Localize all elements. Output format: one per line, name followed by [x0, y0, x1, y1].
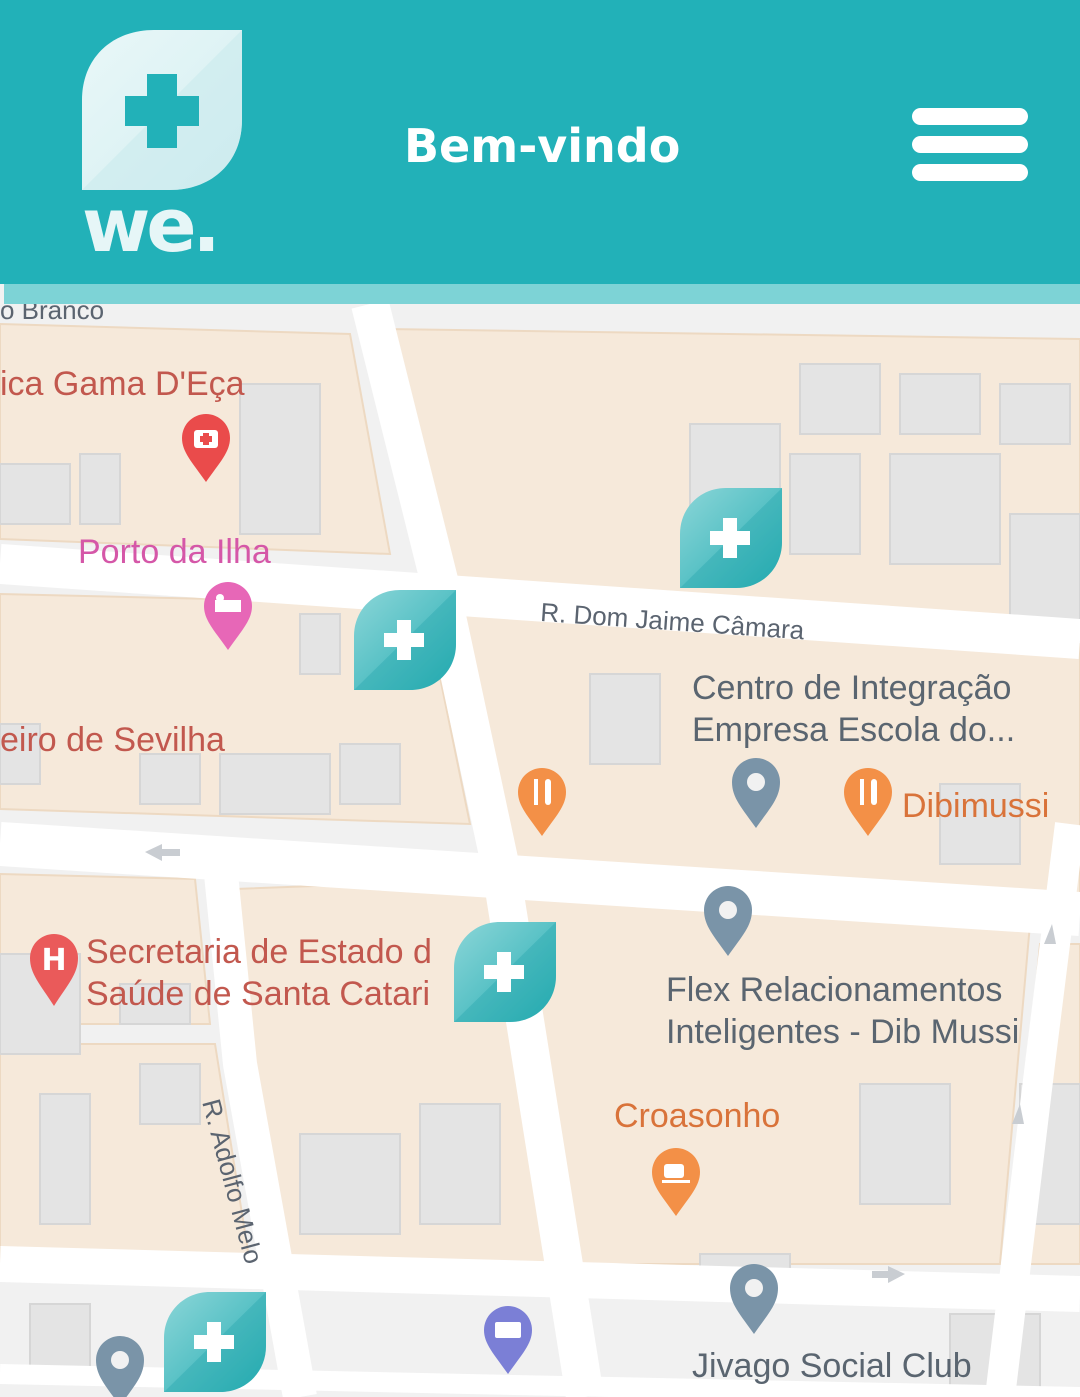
place-label: eiro de Sevilha: [0, 721, 225, 759]
place-label: Dibimussi: [902, 787, 1050, 825]
we-clinic-marker-icon[interactable]: [680, 488, 784, 590]
restaurant-pin-icon[interactable]: [842, 766, 894, 838]
svg-text:H: H: [41, 943, 66, 978]
menu-bar: [912, 136, 1028, 153]
we-clinic-marker-icon[interactable]: [354, 590, 458, 692]
we-clinic-marker-icon[interactable]: [164, 1292, 268, 1394]
place-label: Saúde de Santa Catari: [86, 975, 431, 1013]
location-pin-icon[interactable]: [94, 1334, 146, 1397]
location-pin-icon[interactable]: [702, 884, 754, 958]
place-label: Inteligentes - Dib Mussi: [666, 1013, 1020, 1051]
restaurant-pin-icon[interactable]: [516, 766, 568, 838]
location-pin-icon[interactable]: [730, 756, 782, 830]
menu-bar: [912, 108, 1028, 125]
hospital-pin-icon[interactable]: H: [28, 932, 80, 1008]
page-title: Bem-vindo: [404, 119, 681, 173]
location-pin-icon[interactable]: [728, 1262, 780, 1336]
place-label: Secretaria de Estado d: [86, 933, 432, 971]
menu-bar: [912, 164, 1028, 181]
place-label: Flex Relacionamentos: [666, 971, 1003, 1009]
map-view[interactable]: o Branco R. Dom Jaime Câmara R. Adolfo M…: [0, 304, 1080, 1397]
medical-kit-pin-icon[interactable]: [180, 412, 232, 484]
place-label: Jivago Social Club: [692, 1347, 972, 1385]
map-base: [0, 304, 1080, 1397]
hamburger-menu-icon[interactable]: [910, 104, 1030, 184]
place-label: Centro de Integração: [692, 669, 1012, 707]
hotel-pin-icon[interactable]: [202, 580, 254, 652]
atm-pin-icon[interactable]: [482, 1304, 534, 1376]
header-stripe: [4, 284, 1080, 304]
we-clinic-marker-icon[interactable]: [454, 922, 558, 1024]
app-header: we. Bem-vindo: [0, 0, 1080, 284]
street-label: o Branco: [0, 304, 105, 325]
place-label: Empresa Escola do...: [692, 711, 1016, 749]
place-label: ica Gama D'Eça: [0, 365, 245, 403]
cafe-pin-icon[interactable]: [650, 1146, 702, 1218]
place-label: Croasonho: [614, 1097, 781, 1135]
logo-wordmark: we.: [82, 183, 221, 269]
place-label: Porto da Ilha: [78, 533, 271, 571]
